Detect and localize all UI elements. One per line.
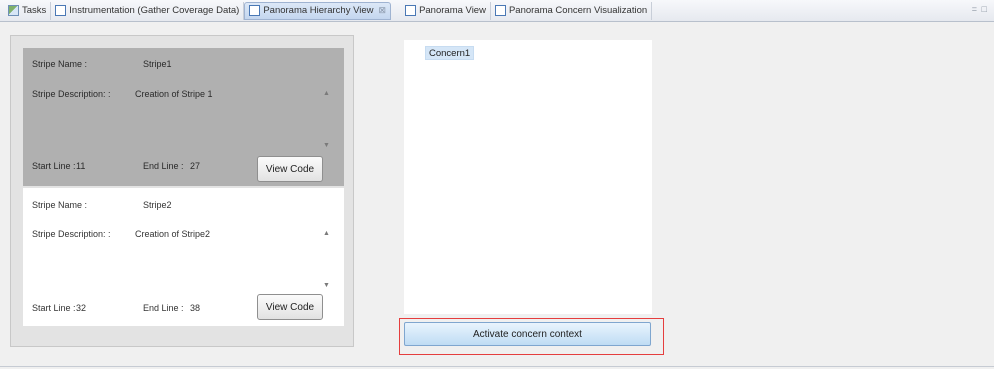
start-line-value: 32	[76, 303, 87, 313]
end-line-value: 38	[190, 303, 201, 313]
tab-panorama-view[interactable]: Panorama View	[401, 1, 491, 20]
stripe-name-value: Stripe1	[143, 59, 172, 69]
activate-concern-context-button[interactable]: Activate concern context	[404, 322, 651, 346]
end-line-label: End Line :	[143, 161, 184, 171]
tab-panorama-concern-visualization[interactable]: Panorama Concern Visualization	[491, 1, 653, 20]
tab-label: Panorama Hierarchy View	[263, 5, 374, 16]
tasks-icon	[8, 5, 19, 16]
tab-panorama-hierarchy-view[interactable]: Panorama Hierarchy View ⊠	[244, 1, 392, 20]
stripe-description-value: Creation of Stripe2	[135, 229, 211, 239]
tab-label: Panorama View	[419, 5, 486, 16]
stripe-card-1[interactable]: Stripe Name : Stripe1 Stripe Description…	[23, 48, 344, 186]
scroll-down-icon[interactable]: ▼	[323, 282, 330, 289]
close-icon[interactable]: ⊠	[379, 5, 387, 16]
view-icon	[55, 5, 67, 16]
scroll-up-icon[interactable]: ▲	[323, 230, 330, 237]
tab-label: Panorama Concern Visualization	[508, 5, 648, 16]
stripe-description-label: Stripe Description: :	[32, 89, 111, 99]
description-scrollbar[interactable]: ▲ ▼	[320, 228, 336, 296]
tab-instrumentation[interactable]: Instrumentation (Gather Coverage Data)	[51, 1, 245, 20]
divider	[0, 366, 994, 367]
scroll-up-icon[interactable]: ▲	[323, 90, 330, 97]
start-line-value: 11	[76, 161, 86, 171]
start-line-label: Start Line :	[32, 303, 76, 313]
tab-tasks[interactable]: Tasks	[4, 1, 52, 20]
stripe-description-label: Stripe Description: :	[32, 229, 111, 239]
concern-tree: Concern1	[404, 40, 652, 314]
stripe-name-label: Stripe Name :	[32, 200, 88, 210]
view-icon	[249, 5, 261, 16]
view-code-button[interactable]: View Code	[257, 156, 323, 182]
stripe-description-value: Creation of Stripe 1	[135, 89, 213, 99]
tab-label: Instrumentation (Gather Coverage Data)	[69, 5, 240, 16]
stripe-card-2[interactable]: Stripe Name : Stripe2 Stripe Description…	[23, 188, 344, 326]
stripe-name-label: Stripe Name :	[32, 59, 88, 69]
view-code-button[interactable]: View Code	[257, 294, 323, 320]
tab-label: Tasks	[22, 5, 47, 16]
view-icon	[494, 5, 506, 16]
stripe-name-value: Stripe2	[143, 200, 172, 210]
concern-tree-item[interactable]: Concern1	[425, 46, 475, 60]
view-icon	[405, 5, 417, 16]
minimize-maximize-icon[interactable]: = □	[972, 4, 988, 14]
view-tab-bar: Tasks Instrumentation (Gather Coverage D…	[0, 0, 994, 22]
description-scrollbar[interactable]: ▲ ▼	[320, 88, 336, 156]
start-line-label: Start Line :	[32, 161, 76, 171]
end-line-value: 27	[190, 161, 201, 171]
scroll-down-icon[interactable]: ▼	[323, 142, 330, 149]
end-line-label: End Line :	[143, 303, 184, 313]
stripes-panel: Stripe Name : Stripe1 Stripe Description…	[10, 35, 354, 347]
